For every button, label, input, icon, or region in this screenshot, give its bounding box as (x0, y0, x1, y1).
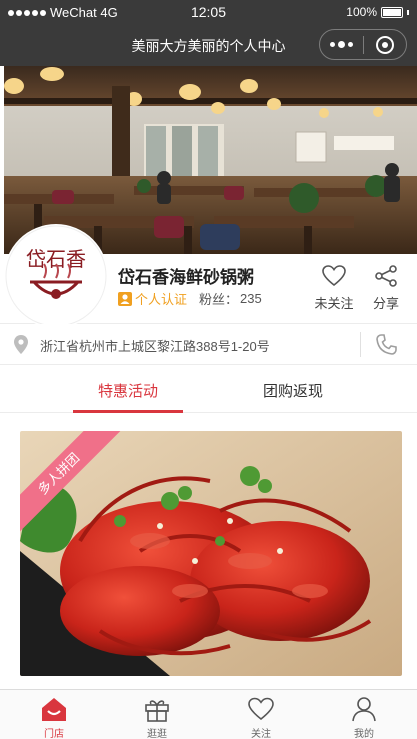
content-tabs: 特惠活动 团购返现 (0, 365, 417, 413)
phone-icon[interactable] (373, 332, 399, 358)
follow-button[interactable]: 未关注 (309, 264, 359, 312)
battery-status: 100% (346, 5, 409, 19)
location-pin-icon (14, 335, 28, 354)
tab-group-cashback[interactable]: 团购返现 (238, 380, 348, 401)
logo-graphic: 岱石香 (5, 225, 107, 327)
tabbar-label-store: 门店 (44, 729, 64, 739)
home-icon (42, 698, 66, 721)
address-row[interactable]: 浙江省杭州市上城区黎江路388号1-20号 (0, 324, 417, 365)
follow-label: 未关注 (314, 296, 354, 311)
logo-text: 岱石香 (26, 247, 86, 271)
share-icon (375, 265, 397, 287)
nav-bar: 美丽大方美丽的个人中心 (0, 24, 417, 66)
tabbar-item-browse[interactable]: 逛逛 (127, 694, 187, 739)
heart-icon (248, 697, 274, 721)
user-icon (352, 697, 376, 722)
tab-special-offers[interactable]: 特惠活动 (73, 380, 183, 401)
bottom-tab-bar: 门店 逛逛 关注 我的 (0, 689, 417, 739)
store-address: 浙江省杭州市上城区黎江路388号1-20号 (40, 339, 270, 354)
battery-icon (381, 6, 403, 18)
close-capsule-button[interactable] (364, 29, 406, 60)
store-info: 岱石香 岱石香海鲜砂锅粥 个人认证 粉丝： 235 未关注 分享 (0, 224, 417, 328)
store-logo: 岱石香 (4, 224, 108, 328)
tabbar-item-store[interactable]: 门店 (24, 694, 84, 739)
tabbar-label-browse: 逛逛 (147, 729, 167, 739)
heart-icon (322, 265, 346, 287)
cert-label: 个人认证 (135, 292, 188, 307)
battery-percent: 100% (346, 5, 377, 19)
tabbar-label-following: 关注 (251, 729, 271, 739)
mini-program-capsule (319, 29, 407, 60)
store-name: 岱石香海鲜砂锅粥 (118, 268, 254, 287)
tabbar-item-mine[interactable]: 我的 (334, 694, 394, 739)
tabbar-label-mine: 我的 (354, 729, 374, 739)
share-label: 分享 (372, 296, 399, 311)
active-tab-indicator (73, 410, 183, 413)
battery-tip (407, 9, 409, 15)
tabbar-item-following[interactable]: 关注 (231, 694, 291, 739)
gift-icon (145, 700, 169, 722)
address-divider (360, 332, 361, 357)
fans-count: 235 (240, 291, 262, 306)
certification-row: 个人认证 粉丝： 235 (118, 289, 262, 308)
person-cert-icon (118, 291, 132, 306)
promo-card[interactable]: 多人拼团 (20, 431, 402, 676)
more-icon[interactable] (320, 29, 363, 60)
share-button[interactable]: 分享 (361, 264, 411, 312)
fans-label: 粉丝： (199, 292, 239, 307)
status-bar: WeChat 4G 12:05 100% (0, 0, 417, 24)
target-icon (375, 35, 394, 54)
